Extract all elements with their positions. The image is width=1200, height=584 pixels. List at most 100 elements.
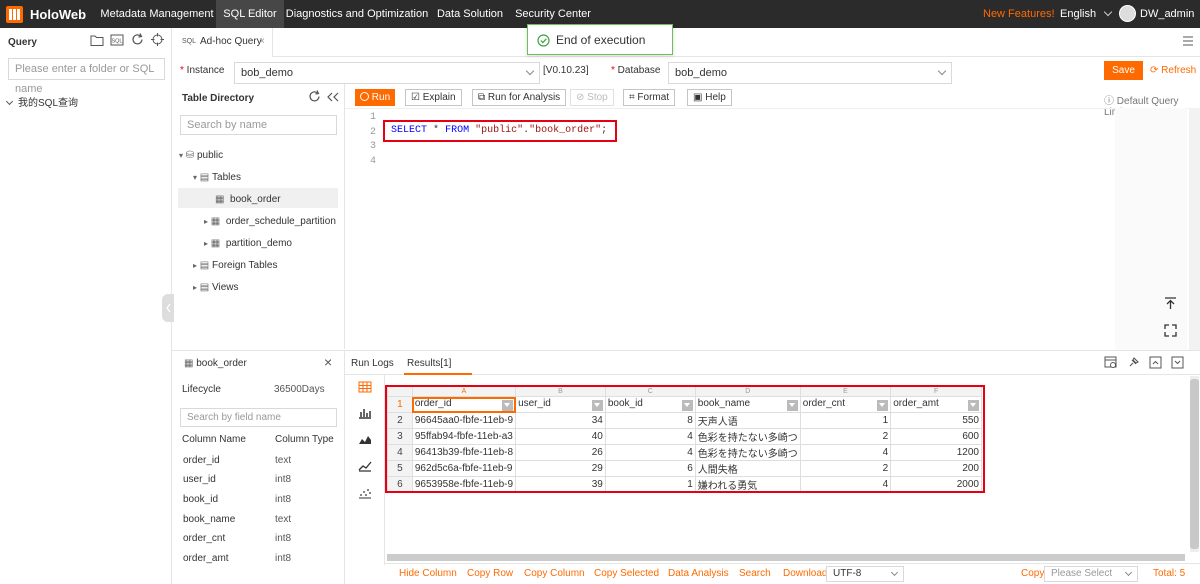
copy-format-select[interactable]: Please Select <box>1044 566 1138 582</box>
result-settings-icon[interactable] <box>1104 356 1117 369</box>
help-button[interactable]: ▣ Help <box>687 89 732 106</box>
table-view-icon[interactable] <box>358 381 372 393</box>
horizontal-scrollbar[interactable] <box>387 554 1185 561</box>
scrollbar-thumb[interactable] <box>1190 379 1199 549</box>
copy-select-placeholder: Please Select <box>1051 568 1113 579</box>
brand-name[interactable]: HoloWeb <box>30 7 86 22</box>
scroll-to-top-icon[interactable] <box>1161 294 1180 313</box>
line-chart-icon[interactable] <box>358 460 372 472</box>
nav-data-solution[interactable]: Data Solution <box>430 0 510 28</box>
refresh-icon[interactable] <box>131 33 144 46</box>
folder-label: 我的SQL查询 <box>18 98 79 109</box>
sql-semicolon: ; <box>601 125 608 136</box>
line-number: 2 <box>369 126 376 138</box>
sql-editor[interactable] <box>345 108 1200 350</box>
refresh-icon: ⟳ <box>1150 65 1159 76</box>
minimize-panel-icon[interactable] <box>1171 356 1184 369</box>
tab-run-logs[interactable]: Run Logs <box>351 358 394 369</box>
hide-column-button[interactable]: Hide Column <box>399 568 457 579</box>
database-select[interactable]: bob_demo <box>668 62 952 84</box>
format-button[interactable]: ⌗ Format <box>623 89 676 106</box>
query-search-input[interactable]: Please enter a folder or SQL name <box>8 58 165 95</box>
copy-row-button[interactable]: Copy Row <box>467 568 513 579</box>
new-features-link[interactable]: New Features! <box>983 8 1055 20</box>
table-info-title: ▦ book_order <box>184 358 247 369</box>
pin-icon[interactable] <box>1127 356 1140 369</box>
locate-icon[interactable] <box>151 33 164 46</box>
copy-column-button[interactable]: Copy Column <box>524 568 585 579</box>
close-tab-icon[interactable]: × <box>259 36 265 47</box>
chevron-left-double-icon[interactable] <box>327 92 339 102</box>
nav-diagnostics[interactable]: Diagnostics and Optimization <box>284 0 430 28</box>
tree-schema-public[interactable]: ▾ ⛁ public <box>179 150 223 161</box>
copy-selected-button[interactable]: Copy Selected <box>594 568 659 579</box>
vertical-scrollbar[interactable] <box>1190 376 1199 552</box>
user-avatar[interactable] <box>1119 5 1136 22</box>
tree-tables[interactable]: ▾ ▤ Tables <box>193 172 241 183</box>
field-search-input[interactable]: Search by field name <box>180 408 337 427</box>
search-button[interactable]: Search <box>739 568 771 579</box>
encoding-select[interactable]: UTF-8 <box>826 566 904 582</box>
data-analysis-button[interactable]: Data Analysis <box>668 568 729 579</box>
refresh-button[interactable]: ⟳ Refresh <box>1150 65 1196 76</box>
sql-line-2[interactable]: SELECT * FROM "public"."book_order"; <box>391 125 607 136</box>
sql-string: "book_order" <box>529 125 602 136</box>
table-label: book_order <box>230 194 281 205</box>
fullscreen-icon[interactable] <box>1161 321 1180 340</box>
area-chart-icon[interactable] <box>358 434 372 446</box>
folder-item[interactable]: 我的SQL查询 <box>5 94 79 109</box>
table-directory-title: Table Directory <box>182 93 255 104</box>
download-button[interactable]: Download <box>783 568 827 579</box>
username-label[interactable]: DW_admin <box>1140 8 1194 20</box>
scatter-chart-icon[interactable] <box>358 487 372 499</box>
view-icon: ▤ <box>199 282 210 293</box>
save-button[interactable]: Save <box>1104 61 1143 80</box>
database-value: bob_demo <box>675 67 727 79</box>
stop-button[interactable]: ⊘ Stop <box>570 89 614 106</box>
column-name: book_id <box>183 494 219 505</box>
column-name: book_name <box>183 514 236 525</box>
tab-adhoc-query[interactable]: SQL Ad-hoc Query × <box>172 28 273 57</box>
explain-label: Explain <box>422 92 456 103</box>
column-type: text <box>275 455 292 466</box>
new-sql-icon[interactable]: SQL <box>110 34 124 46</box>
foreign-table-icon: ▤ <box>199 260 210 271</box>
new-folder-icon[interactable] <box>90 34 104 46</box>
result-highlight-box <box>385 385 985 493</box>
table-search-input[interactable]: Search by name <box>180 115 337 135</box>
tree-table-order-schedule-partition[interactable]: ▸ ▦ order_schedule_partition <box>204 216 336 227</box>
toast-notification: End of execution <box>527 24 673 55</box>
tree-table-book-order[interactable]: ▦ book_order <box>215 194 281 205</box>
column-name: order_id <box>183 455 220 466</box>
run-button[interactable]: Run <box>355 89 395 106</box>
line-number: 3 <box>369 141 376 152</box>
menu-icon[interactable] <box>1182 35 1194 47</box>
copy-label: Copy <box>1021 568 1045 579</box>
run-for-analysis-button[interactable]: ⧉ Run for Analysis <box>472 89 567 106</box>
close-icon[interactable]: × <box>324 354 332 370</box>
nav-metadata-management[interactable]: Metadata Management <box>98 0 216 28</box>
run-label: Run <box>371 92 391 103</box>
chevron-down-icon <box>1124 568 1133 577</box>
schema-label: public <box>196 150 224 161</box>
table-icon: ▦ <box>184 358 194 369</box>
holoweb-logo-icon[interactable] <box>6 6 23 23</box>
views-label: Views <box>212 282 239 293</box>
results-tab-bar <box>345 350 1200 375</box>
info-icon: ⓘ <box>1104 96 1114 107</box>
tree-foreign-tables[interactable]: ▸ ▤ Foreign Tables <box>193 260 277 271</box>
maximize-panel-icon[interactable] <box>1149 356 1162 369</box>
editor-minimap <box>1115 108 1187 350</box>
tree-views[interactable]: ▸ ▤ Views <box>193 282 239 293</box>
bar-chart-icon[interactable] <box>358 407 372 419</box>
instance-select[interactable]: bob_demo <box>234 62 540 84</box>
table-info-name: book_order <box>196 358 247 369</box>
editor-scrollbar[interactable] <box>1189 108 1200 350</box>
tab-results[interactable]: Results[1] <box>407 358 451 369</box>
nav-sql-editor[interactable]: SQL Editor <box>216 0 284 28</box>
explain-button[interactable]: ☑ Explain <box>405 89 462 106</box>
column-type-header: Column Type <box>275 434 334 445</box>
tree-table-partition-demo[interactable]: ▸ ▦ partition_demo <box>204 238 292 249</box>
language-selector[interactable]: English <box>1060 7 1113 20</box>
refresh-icon[interactable] <box>308 90 321 103</box>
